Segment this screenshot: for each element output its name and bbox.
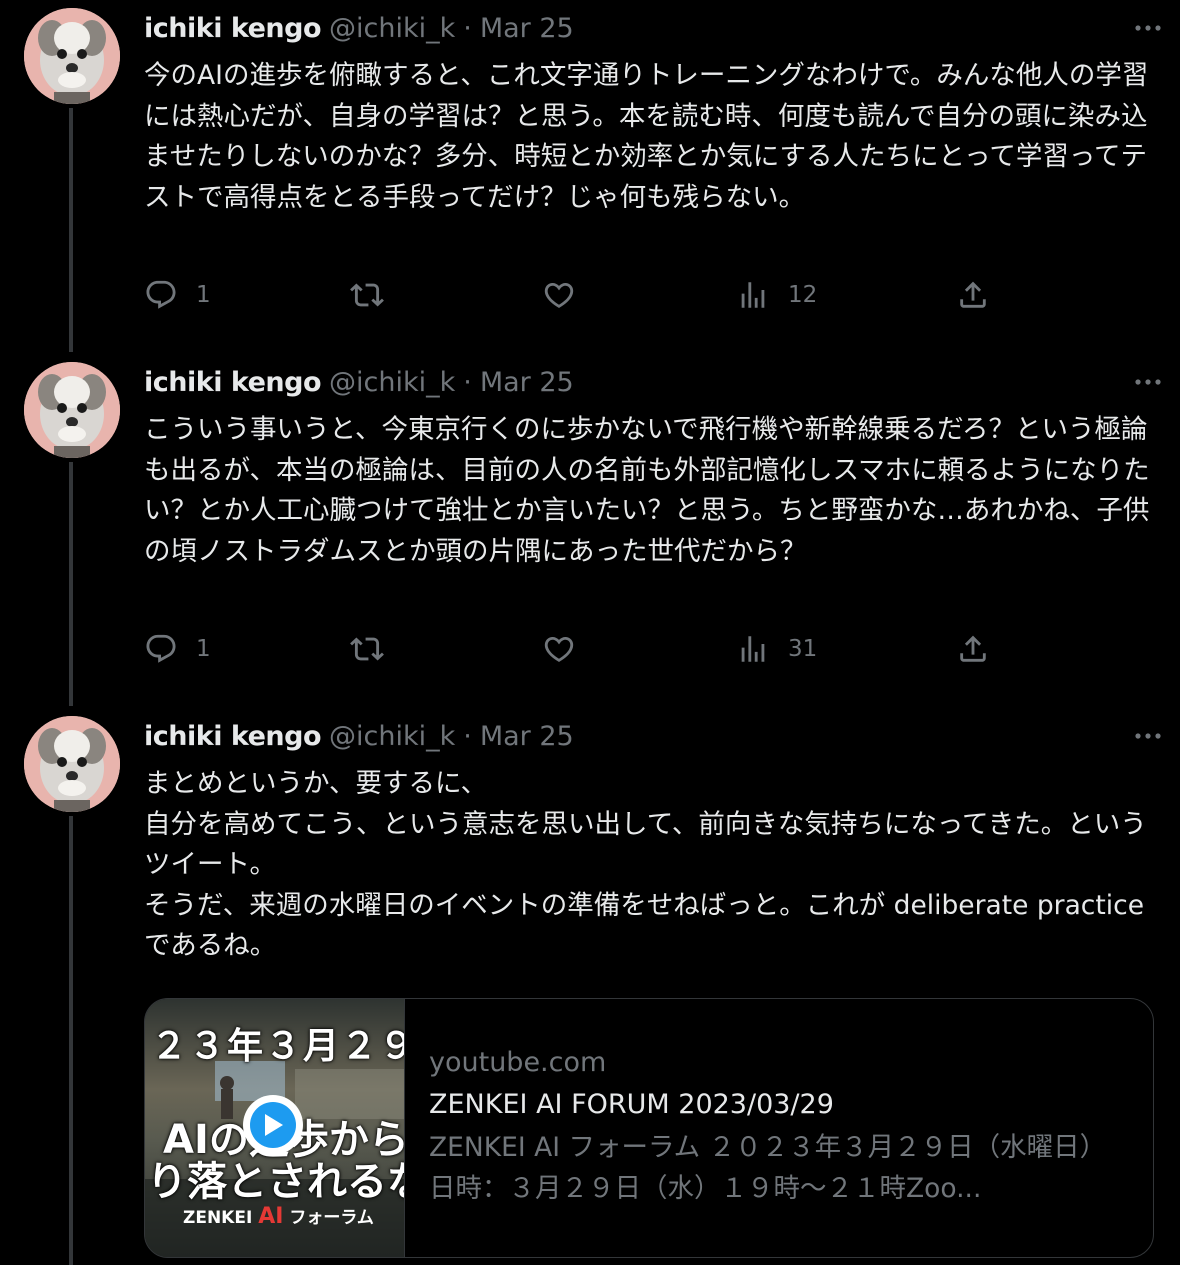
more-icon[interactable]	[1130, 722, 1166, 750]
like-button[interactable]	[542, 275, 576, 315]
thumbnail-line-2: り落とされるな	[147, 1159, 405, 1205]
share-button[interactable]	[956, 629, 990, 669]
link-card[interactable]: ２３年３月２９ AIの進歩から り落とされるな ZENKEI AI フォーラム …	[144, 998, 1154, 1258]
card-domain: youtube.com	[429, 1047, 607, 1078]
retweet-icon	[350, 283, 384, 307]
tweet-text: こういう事いうと、今東京行くのに歩かないで飛行機や新幹線乗るだろ？という極論も出…	[144, 414, 1150, 567]
card-title: ZENKEI AI FORUM 2023/03/29	[429, 1089, 834, 1120]
tweet-header: ichiki kengo @ichiki_k · Mar 25	[144, 362, 574, 402]
reply-button[interactable]: 1	[144, 275, 211, 315]
brand-name: ZENKEI	[183, 1208, 253, 1228]
thumbnail-top-text: ２３年３月２９	[151, 1026, 405, 1067]
tweet-actions: 1 31	[144, 629, 1004, 669]
views-button[interactable]: 12	[736, 275, 817, 315]
avatar[interactable]	[24, 8, 120, 104]
video-thumbnail[interactable]: ２３年３月２９ AIの進歩から り落とされるな ZENKEI AI フォーラム	[145, 999, 405, 1257]
reply-icon	[146, 634, 176, 663]
tweet-date[interactable]: Mar 25	[480, 721, 574, 752]
separator: ·	[463, 12, 472, 44]
reply-count: 1	[196, 282, 211, 308]
like-icon	[544, 282, 574, 308]
author-name[interactable]: ichiki kengo	[144, 13, 322, 44]
retweet-button[interactable]	[350, 275, 384, 315]
like-button[interactable]	[542, 629, 576, 669]
avatar[interactable]	[24, 716, 120, 812]
tweet[interactable]: ichiki kengo @ichiki_k · Mar 25 今のAIの進歩を…	[0, 8, 1180, 348]
reply-icon	[146, 280, 176, 309]
tweet-header: ichiki kengo @ichiki_k · Mar 25	[144, 8, 574, 48]
card-description: ZENKEI AI フォーラム ２０２３年３月２９日（水曜日）日時：３月２９日（…	[429, 1132, 1107, 1204]
views-count: 12	[788, 282, 818, 308]
tweet[interactable]: ichiki kengo @ichiki_k · Mar 25 まとめというか、…	[0, 716, 1180, 1265]
tweet-date[interactable]: Mar 25	[480, 367, 574, 398]
share-icon	[960, 635, 986, 662]
separator: ·	[463, 366, 472, 398]
avatar[interactable]	[24, 362, 120, 458]
reply-count: 1	[196, 636, 211, 662]
tweet-date[interactable]: Mar 25	[480, 13, 574, 44]
brand-suffix: フォーラム	[289, 1208, 374, 1228]
thumbnail-brand: ZENKEI AI フォーラム	[183, 1203, 374, 1229]
card-info: youtube.com ZENKEI AI FORUM 2023/03/29 Z…	[429, 1043, 1129, 1209]
author-handle[interactable]: @ichiki_k	[329, 721, 455, 752]
play-icon[interactable]	[243, 1095, 303, 1155]
author-handle[interactable]: @ichiki_k	[329, 13, 455, 44]
retweet-button[interactable]	[350, 629, 384, 669]
retweet-icon	[350, 637, 384, 661]
tweet-text: 今のAIの進歩を俯瞰すると、これ文字通りトレーニングなわけで。みんな他人の学習に…	[144, 60, 1149, 213]
more-icon[interactable]	[1130, 368, 1166, 396]
reply-button[interactable]: 1	[144, 629, 211, 669]
share-icon	[960, 281, 986, 308]
tweet-actions: 1 12	[144, 275, 1004, 315]
share-button[interactable]	[956, 275, 990, 315]
views-icon	[741, 636, 765, 662]
like-icon	[544, 636, 574, 662]
author-name[interactable]: ichiki kengo	[144, 721, 322, 752]
views-count: 31	[788, 636, 818, 662]
views-icon	[741, 282, 765, 308]
separator: ·	[463, 720, 472, 752]
tweet-header: ichiki kengo @ichiki_k · Mar 25	[144, 716, 574, 756]
tweet[interactable]: ichiki kengo @ichiki_k · Mar 25 こういう事いうと…	[0, 362, 1180, 702]
more-icon[interactable]	[1130, 14, 1166, 42]
views-button[interactable]: 31	[736, 629, 817, 669]
author-name[interactable]: ichiki kengo	[144, 367, 322, 398]
tweet-text: まとめというか、要するに、 自分を高めてこう、という意志を思い出して、前向きな気…	[144, 768, 1147, 962]
author-handle[interactable]: @ichiki_k	[329, 367, 455, 398]
brand-ai: AI	[258, 1204, 284, 1229]
